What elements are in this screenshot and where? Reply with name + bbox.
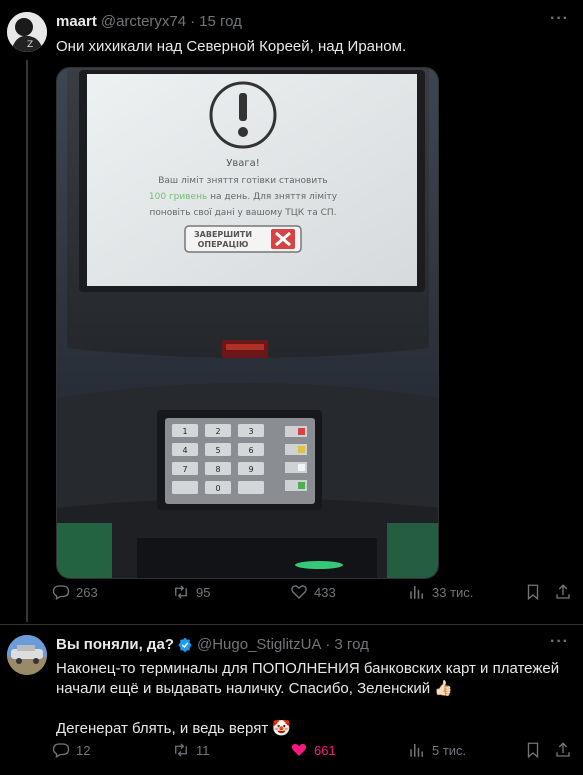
timestamp[interactable]: 3 год: [334, 636, 368, 653]
bookmark-button[interactable]: [524, 583, 542, 601]
handle[interactable]: @arcteryx74: [101, 13, 186, 30]
reply-button[interactable]: 12: [52, 741, 90, 759]
finish-operation-label-2: ОПЕРАЦІЮ: [198, 240, 249, 249]
tweet-text-line-2: начали ещё и выдавать наличку. Спасибо, …: [56, 680, 454, 697]
tweet-1[interactable]: Z maart @arcteryx74 · 15 год ··· Они хих…: [0, 0, 583, 624]
repost-count: 11: [196, 742, 210, 758]
more-options-icon[interactable]: ···: [550, 633, 569, 651]
tweet-text: Наконец-то терминалы для ПОПОЛНЕНИЯ банк…: [56, 659, 571, 739]
separator: ·: [325, 636, 331, 653]
keypad-key-label: 2: [215, 427, 220, 436]
keypad-key-label: 5: [215, 446, 220, 455]
share-icon: [556, 742, 570, 757]
reply-count: 12: [76, 742, 91, 758]
repost-button[interactable]: 95: [172, 583, 210, 601]
keypad-key-label: 8: [215, 465, 220, 474]
like-count: 433: [314, 584, 336, 600]
tweet-photo[interactable]: Увага! Ваш ліміт зняття готівки становит…: [56, 67, 439, 579]
like-count: 661: [314, 742, 336, 758]
views-button[interactable]: 33 тис.: [408, 583, 473, 601]
screen-line-3: поновіть свої дані у вашому ТЦК та СП.: [149, 208, 336, 218]
tweet-header: maart @arcteryx74 · 15 год: [56, 13, 242, 30]
separator: ·: [190, 13, 196, 30]
views-icon: [410, 744, 423, 757]
like-button[interactable]: 661: [290, 741, 336, 759]
tweet-header: Вы поняли, да? @Hugo_StiglitzUA · 3 год: [56, 636, 369, 653]
keypad-key-label: 3: [248, 427, 253, 436]
share-button[interactable]: [554, 583, 572, 601]
heart-filled-icon: [291, 743, 307, 756]
repost-icon: [175, 743, 187, 757]
like-button[interactable]: 433: [290, 583, 336, 601]
screen-line-1: Ваш ліміт зняття готівки становить: [158, 176, 328, 186]
keypad-key-label: 7: [182, 465, 187, 474]
svg-text:Z: Z: [27, 40, 33, 50]
tweet-text-line-3: Дегенерат блять, и ведь верят 🤡: [56, 720, 292, 737]
keypad-key: [238, 481, 264, 494]
display-name[interactable]: maart: [56, 13, 97, 30]
heart-icon: [291, 585, 307, 599]
keypad-key-label: 4: [182, 446, 187, 455]
more-options-icon[interactable]: ···: [550, 10, 569, 28]
share-button[interactable]: [554, 741, 572, 759]
repost-button[interactable]: 11: [172, 741, 210, 759]
bookmark-icon: [527, 584, 539, 601]
reply-icon: [52, 585, 70, 600]
reply-icon: [52, 743, 70, 758]
handle[interactable]: @Hugo_StiglitzUA: [197, 636, 321, 653]
repost-count: 95: [196, 584, 211, 600]
bookmark-button[interactable]: [524, 741, 542, 759]
keypad-key-label: 9: [248, 465, 253, 474]
views-count: 5 тис.: [432, 742, 467, 758]
display-name[interactable]: Вы поняли, да?: [56, 636, 174, 653]
verified-badge-icon: [178, 637, 192, 652]
views-icon: [410, 586, 423, 599]
share-icon: [556, 584, 570, 599]
thread-connector-line: [26, 60, 28, 622]
keypad-key-label: 6: [248, 446, 253, 455]
keypad-key-label: 0: [215, 484, 220, 493]
reply-count: 263: [76, 584, 98, 600]
repost-icon: [175, 585, 187, 599]
finish-operation-label-1: ЗАВЕРШИТИ: [194, 230, 252, 239]
tweet-text: Они хихикали над Северной Кореей, над Ир…: [56, 38, 407, 55]
bookmark-icon: [527, 742, 539, 759]
avatar[interactable]: [7, 635, 47, 675]
keypad-key: [172, 481, 198, 494]
reply-button[interactable]: 263: [52, 583, 98, 601]
tweet-text-line-1: Наконец-то терминалы для ПОПОЛНЕНИЯ банк…: [56, 660, 560, 677]
views-button[interactable]: 5 тис.: [408, 741, 466, 759]
screen-line-2: 100 гривень на день. Для зняття ліміту: [149, 192, 338, 202]
keypad-key-label: 1: [182, 427, 187, 436]
timestamp[interactable]: 15 год: [199, 13, 242, 30]
avatar[interactable]: Z: [7, 12, 47, 52]
screen-title: Увага!: [226, 158, 260, 169]
views-count: 33 тис.: [432, 584, 474, 600]
